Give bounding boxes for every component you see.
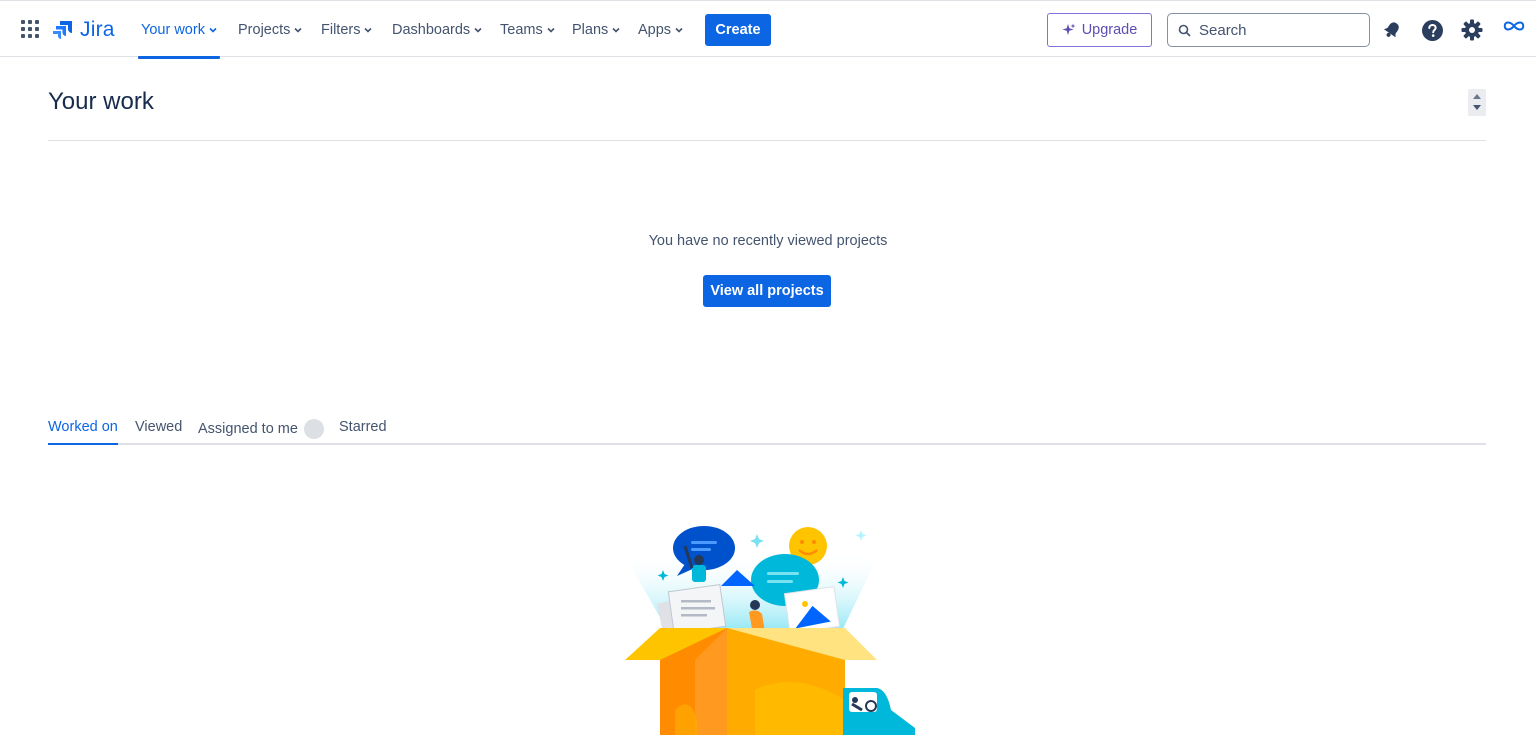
search-field[interactable] — [1167, 13, 1370, 47]
chevron-down-icon — [547, 27, 555, 33]
top-navigation: Jira Your work Projects Filters Dashboar… — [0, 0, 1536, 59]
upgrade-label: Upgrade — [1081, 22, 1138, 38]
nav-apps[interactable]: Apps — [638, 1, 683, 58]
jira-logo-icon — [53, 21, 72, 39]
page-title: Your work — [48, 88, 154, 115]
scroll-control[interactable] — [1468, 89, 1486, 116]
app-switcher-icon[interactable] — [21, 20, 39, 38]
nav-label: Your work — [141, 21, 205, 38]
empty-state-illustration — [623, 526, 915, 735]
chevron-down-icon — [209, 27, 217, 33]
scroll-up-icon[interactable] — [1473, 94, 1481, 99]
nav-projects[interactable]: Projects — [238, 1, 302, 58]
nav-filters[interactable]: Filters — [321, 1, 373, 58]
chevron-down-icon — [474, 27, 482, 33]
assigned-count-badge — [303, 419, 324, 439]
tab-viewed[interactable]: Viewed — [135, 419, 182, 435]
search-icon — [1178, 24, 1191, 37]
tab-starred[interactable]: Starred — [339, 419, 387, 435]
app-name: Jira — [80, 18, 115, 41]
chevron-down-icon — [675, 27, 683, 33]
nav-label: Teams — [500, 21, 543, 38]
jira-logo[interactable]: Jira — [52, 17, 115, 43]
view-all-projects-button[interactable]: View all projects — [703, 275, 831, 307]
create-button[interactable]: Create — [705, 14, 771, 46]
nav-label: Dashboards — [392, 21, 471, 38]
tab-label: Assigned to me — [198, 421, 298, 437]
nav-label: Filters — [321, 21, 361, 38]
nav-plans[interactable]: Plans — [572, 1, 620, 58]
search-input[interactable] — [1199, 21, 1359, 39]
nav-label: Apps — [638, 21, 672, 38]
chevron-down-icon — [612, 27, 620, 33]
help-icon[interactable] — [1420, 18, 1444, 42]
chevron-down-icon — [364, 27, 373, 33]
tab-label: Starred — [339, 419, 387, 435]
scroll-down-icon[interactable] — [1473, 105, 1481, 110]
tab-worked-on[interactable]: Worked on — [48, 419, 118, 445]
notification-bell-icon[interactable] — [1380, 18, 1404, 42]
profile-loop-icon[interactable] — [1502, 14, 1526, 38]
tab-label: Viewed — [135, 419, 183, 435]
nav-your-work[interactable]: Your work — [138, 1, 220, 59]
title-divider — [48, 140, 1486, 141]
tab-assigned-to-me[interactable]: Assigned to me — [198, 419, 324, 439]
work-tabs: Worked on Viewed Assigned to me Starred — [48, 414, 1486, 445]
nav-dashboards[interactable]: Dashboards — [392, 1, 482, 58]
upgrade-button[interactable]: Upgrade — [1047, 13, 1152, 47]
empty-projects-message: You have no recently viewed projects — [648, 233, 888, 249]
sparkle-icon — [1062, 23, 1076, 35]
nav-label: Plans — [572, 21, 609, 38]
chevron-down-icon — [294, 27, 302, 33]
nav-teams[interactable]: Teams — [500, 1, 555, 58]
settings-gear-icon[interactable] — [1460, 18, 1484, 42]
nav-label: Projects — [238, 21, 291, 38]
tab-label: Worked on — [48, 419, 118, 435]
